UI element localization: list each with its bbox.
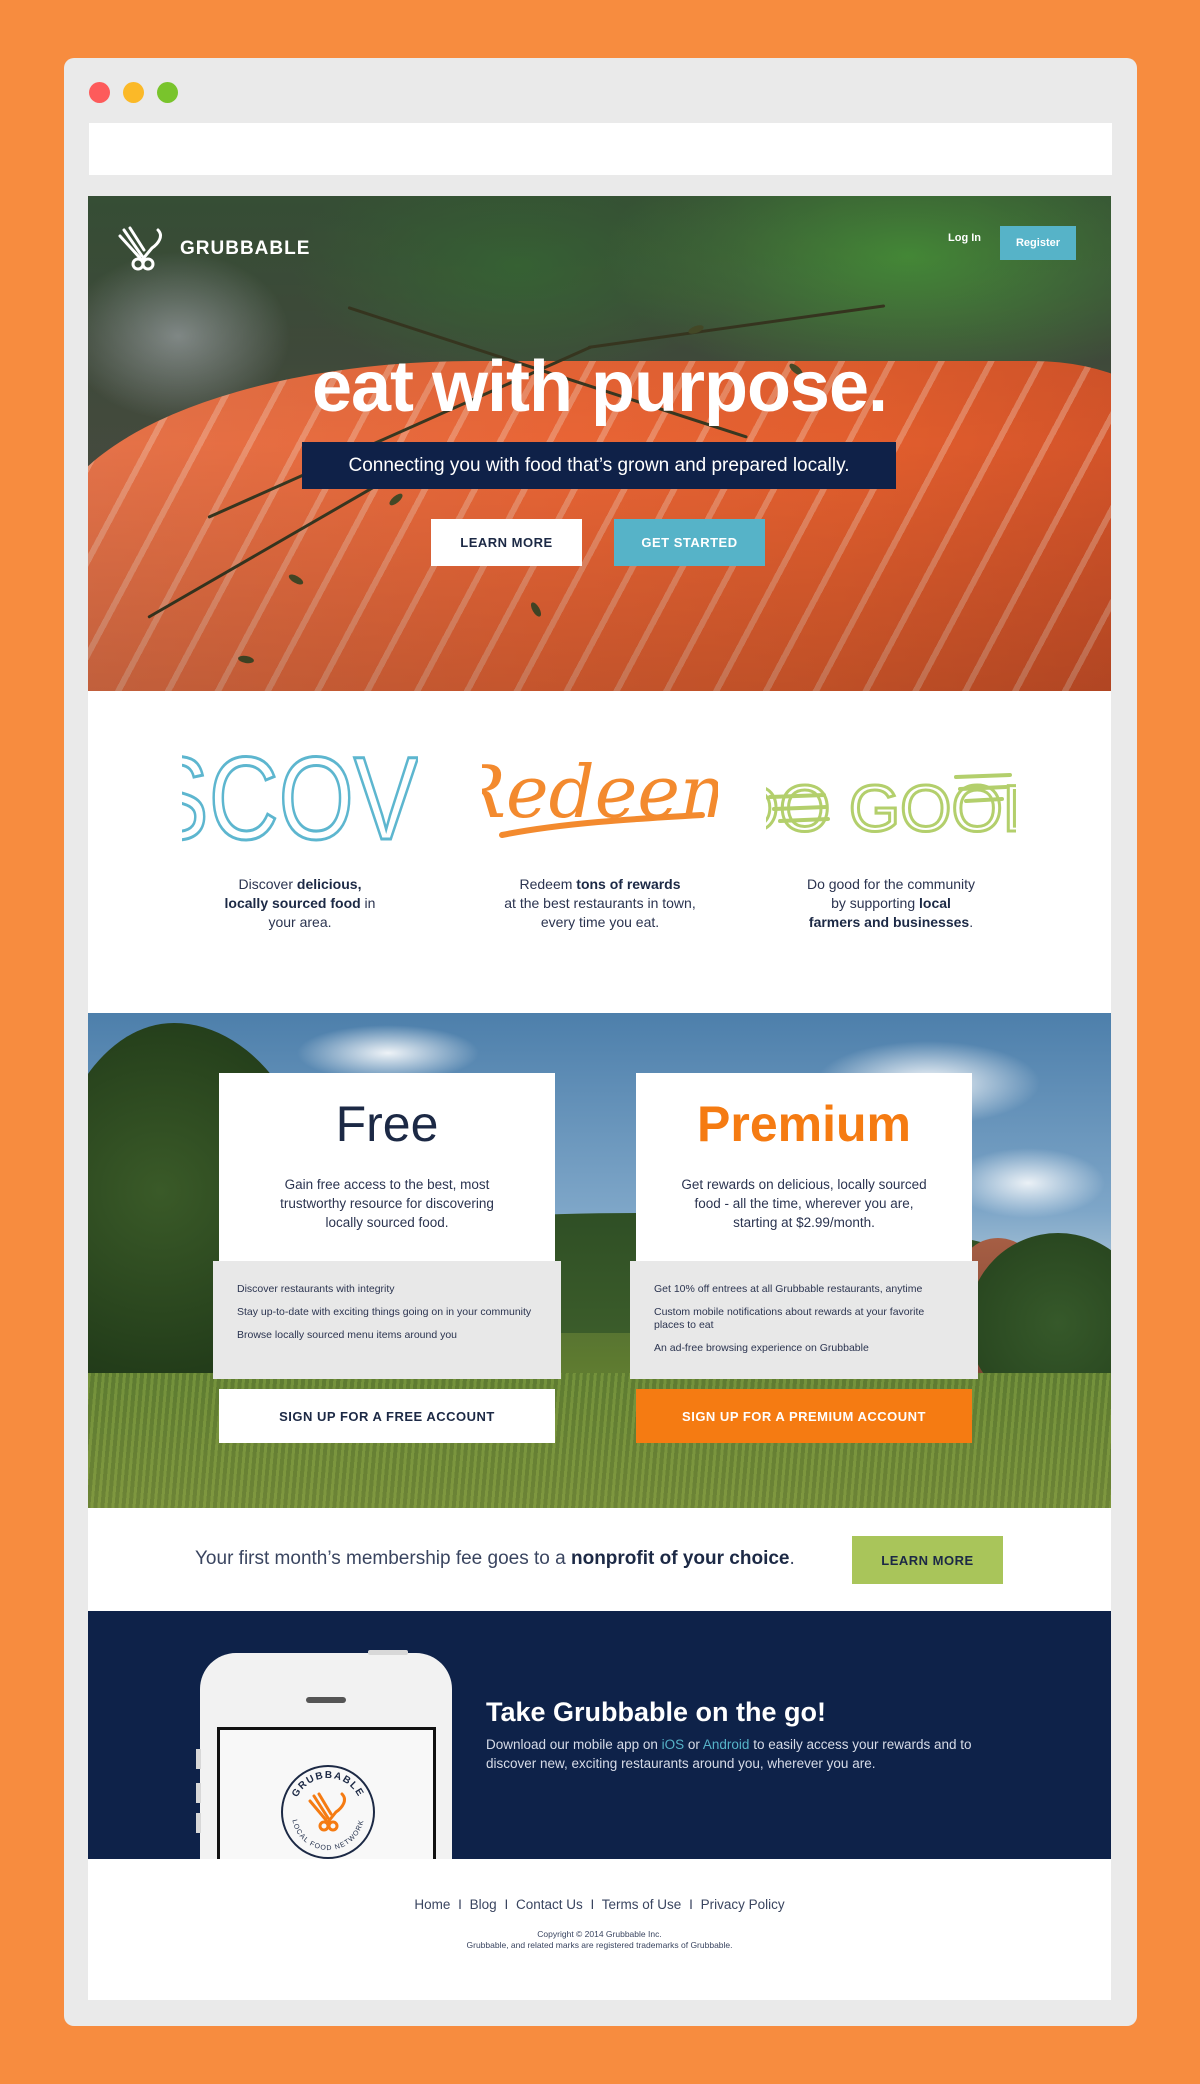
close-window-button[interactable] bbox=[89, 82, 110, 103]
mobile-title: Take Grubbable on the go! bbox=[486, 1697, 827, 1727]
footer-separator: I bbox=[689, 1897, 693, 1912]
hero-subtitle: Connecting you with food that’s grown an… bbox=[302, 442, 896, 489]
copyright-block: Copyright © 2014 Grubbable Inc. Grubbabl… bbox=[88, 1929, 1111, 1951]
phone-speaker bbox=[306, 1697, 346, 1703]
signup-premium-button[interactable]: SIGN UP FOR A PREMIUM ACCOUNT bbox=[636, 1389, 972, 1443]
free-plan-title: Free bbox=[335, 1096, 439, 1152]
phone-side-button bbox=[196, 1749, 201, 1769]
feature-redeem: Redeem Redeem tons of rewards at the bes… bbox=[475, 731, 725, 932]
grubbable-seal-logo: GRUBBABLE LOCAL FOOD NETWORK bbox=[281, 1765, 375, 1859]
redeem-lettering: Redeem bbox=[482, 750, 718, 838]
footer-separator: I bbox=[590, 1897, 595, 1912]
feature-discover-text: Discover delicious, locally sourced food… bbox=[224, 876, 376, 930]
footer-link-home[interactable]: Home bbox=[414, 1897, 450, 1912]
premium-plan-card: Premium Get rewards on delicious, locall… bbox=[636, 1073, 972, 1261]
address-bar[interactable] bbox=[89, 123, 1112, 175]
brand-name: GRUBBABLE bbox=[180, 238, 311, 259]
browser-window: GRUBBABLE Log In Register eat with purpo… bbox=[64, 58, 1137, 2026]
list-item: Browse locally sourced menu items around… bbox=[237, 1329, 458, 1341]
footer-link-blog[interactable]: Blog bbox=[470, 1897, 497, 1912]
get-started-button[interactable]: GET STARTED bbox=[614, 519, 765, 566]
trademark-text: Grubbable, and related marks are registe… bbox=[466, 1940, 733, 1950]
hero-title: eat with purpose. bbox=[311, 347, 888, 427]
footer-link-privacy[interactable]: Privacy Policy bbox=[701, 1897, 785, 1912]
list-item: Discover restaurants with integrity bbox=[237, 1283, 395, 1295]
discover-lettering: DISCOVER bbox=[182, 731, 418, 851]
list-item: An ad-free browsing experience on Grubba… bbox=[654, 1342, 869, 1354]
feature-redeem-text: Redeem tons of rewards at the best resta… bbox=[504, 876, 696, 930]
copyright-text: Copyright © 2014 Grubbable Inc. bbox=[537, 1929, 662, 1939]
fork-knife-icon bbox=[118, 226, 162, 271]
maximize-window-button[interactable] bbox=[157, 82, 178, 103]
phone-screen: GRUBBABLE LOCAL FOOD NETWORK bbox=[217, 1727, 436, 1859]
phone-illustration: GRUBBABLE LOCAL FOOD NETWORK bbox=[196, 1650, 452, 1859]
learn-more-button[interactable]: LEARN MORE bbox=[431, 519, 582, 566]
brand-logo[interactable]: GRUBBABLE bbox=[118, 226, 310, 272]
android-link[interactable]: Android bbox=[703, 1737, 750, 1752]
list-item: Custom mobile notifications about reward… bbox=[654, 1306, 925, 1331]
phone-power-button bbox=[368, 1650, 408, 1655]
mobile-description: Download our mobile app on iOS or Androi… bbox=[486, 1737, 972, 1771]
free-plan-description: Gain free access to the best, most trust… bbox=[280, 1177, 494, 1230]
nonprofit-learn-more-button[interactable]: LEARN MORE bbox=[852, 1536, 1003, 1584]
mobile-app-section: GRUBBABLE LOCAL FOOD NETWORK Take Grubba… bbox=[88, 1611, 1111, 1859]
footer-separator: I bbox=[458, 1897, 462, 1912]
free-plan-card: Free Gain free access to the best, most … bbox=[219, 1073, 555, 1261]
web-page: GRUBBABLE Log In Register eat with purpo… bbox=[88, 196, 1111, 2000]
premium-plan-description: Get rewards on delicious, locally source… bbox=[681, 1177, 927, 1230]
list-item: Get 10% off entrees at all Grubbable res… bbox=[654, 1283, 923, 1295]
hero-section: GRUBBABLE Log In Register eat with purpo… bbox=[88, 196, 1111, 691]
signup-free-button[interactable]: SIGN UP FOR A FREE ACCOUNT bbox=[219, 1389, 555, 1443]
do-good-lettering: DO GOOD bbox=[766, 770, 1016, 847]
premium-plan-title: Premium bbox=[697, 1096, 911, 1152]
feature-do-good-text: Do good for the community by supporting … bbox=[806, 876, 976, 930]
svg-text:DO GOOD: DO GOOD bbox=[766, 771, 1016, 845]
footer-separator: I bbox=[504, 1897, 509, 1912]
pricing-section: Free Gain free access to the best, most … bbox=[88, 1013, 1111, 1508]
features-section: DISCOVER Discover delicious, locally sou… bbox=[88, 691, 1111, 1013]
footer-link-terms[interactable]: Terms of Use bbox=[602, 1897, 682, 1912]
ios-link[interactable]: iOS bbox=[662, 1737, 685, 1752]
free-plan-features: Discover restaurants with integrity Stay… bbox=[213, 1261, 561, 1379]
login-link[interactable]: Log In bbox=[948, 232, 981, 244]
footer: Home I Blog I Contact Us I Terms of Use … bbox=[88, 1859, 1111, 2000]
footer-links: Home I Blog I Contact Us I Terms of Use … bbox=[88, 1897, 1111, 1912]
footer-link-contact[interactable]: Contact Us bbox=[516, 1897, 583, 1912]
premium-plan-features: Get 10% off entrees at all Grubbable res… bbox=[630, 1261, 978, 1379]
nonprofit-banner: Your first month’s membership fee goes t… bbox=[88, 1508, 1111, 1611]
phone-side-button bbox=[196, 1813, 201, 1833]
nonprofit-text: Your first month’s membership fee goes t… bbox=[195, 1548, 795, 1569]
feature-discover: DISCOVER Discover delicious, locally sou… bbox=[175, 731, 425, 932]
register-button[interactable]: Register bbox=[1000, 226, 1076, 260]
phone-side-button bbox=[196, 1783, 201, 1803]
list-item: Stay up-to-date with exciting things goi… bbox=[237, 1306, 532, 1318]
svg-text:DISCOVER: DISCOVER bbox=[182, 732, 418, 851]
feature-do-good: DO GOOD Do good for the community by sup… bbox=[766, 731, 1016, 932]
minimize-window-button[interactable] bbox=[123, 82, 144, 103]
